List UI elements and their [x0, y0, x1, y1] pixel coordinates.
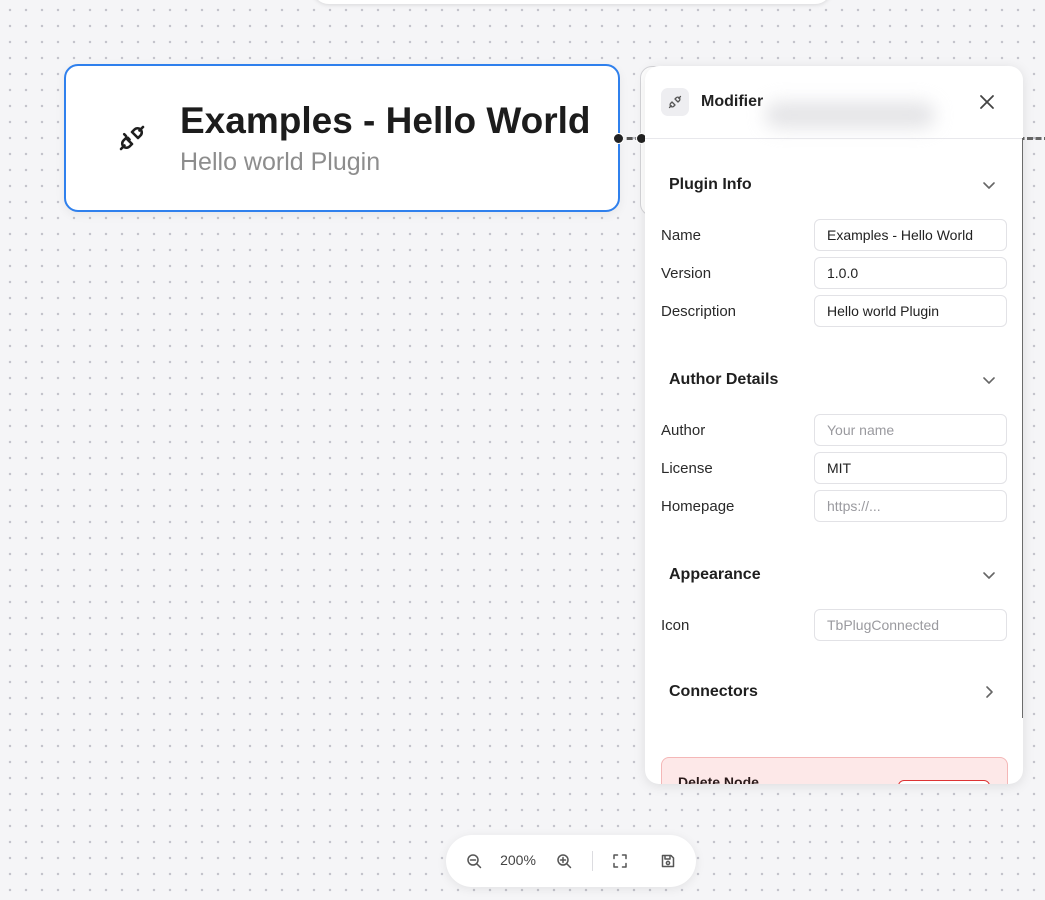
author-label: Author — [661, 421, 706, 439]
row-description: Description — [661, 295, 1007, 327]
modifier-panel: Modifier Plugin Info Name Version Descri… — [645, 66, 1023, 784]
scrollbar[interactable] — [1022, 138, 1023, 718]
icon-label: Icon — [661, 616, 690, 634]
version-label: Version — [661, 264, 712, 282]
zoom-out-icon — [467, 854, 482, 869]
plugin-node[interactable]: Examples - Hello World Hello world Plugi… — [64, 64, 620, 212]
zoom-controls: 200% — [446, 835, 696, 887]
license-label: License — [661, 459, 713, 477]
section-plugin-info[interactable]: Plugin Info — [661, 168, 1007, 202]
delete-node-title: Delete Node — [678, 774, 759, 784]
output-port[interactable] — [613, 133, 624, 144]
chevron-right-icon — [979, 682, 999, 702]
save-icon — [661, 854, 675, 868]
save-button[interactable] — [658, 851, 678, 871]
name-input[interactable] — [814, 219, 1007, 251]
section-title: Author Details — [669, 371, 779, 388]
fit-view-button[interactable] — [610, 851, 630, 871]
license-input[interactable] — [814, 452, 1007, 484]
node-title: Examples - Hello World — [180, 100, 591, 141]
toolbar-divider — [592, 851, 593, 871]
row-version: Version — [661, 257, 1007, 289]
section-appearance[interactable]: Appearance — [661, 558, 1007, 592]
danger-zone: Delete Node — [661, 757, 1008, 784]
panel-header: Modifier — [645, 66, 1023, 139]
zoom-level: 200% — [500, 852, 536, 868]
chevron-down-icon — [979, 565, 999, 585]
homepage-label: Homepage — [661, 497, 735, 515]
zoom-in-icon — [557, 854, 572, 869]
section-title: Connectors — [669, 683, 758, 700]
description-label: Description — [661, 302, 737, 320]
row-author: Author — [661, 414, 1007, 446]
node-subtitle: Hello world Plugin — [180, 148, 381, 176]
chevron-down-icon — [979, 175, 999, 195]
close-button[interactable] — [975, 90, 999, 114]
plug-connected-icon — [116, 122, 148, 154]
chevron-down-icon — [979, 370, 999, 390]
maximize-icon — [613, 854, 627, 868]
name-label: Name — [661, 226, 702, 244]
blurred-overlay — [765, 102, 935, 128]
delete-node-button[interactable] — [898, 780, 990, 784]
icon-input[interactable] — [814, 609, 1007, 641]
section-title: Plugin Info — [669, 176, 752, 193]
homepage-input[interactable] — [814, 490, 1007, 522]
row-license: License — [661, 452, 1007, 484]
panel-title: Modifier — [701, 93, 764, 110]
section-title: Appearance — [669, 566, 761, 583]
row-homepage: Homepage — [661, 490, 1007, 522]
section-author-details[interactable]: Author Details — [661, 363, 1007, 397]
version-input[interactable] — [814, 257, 1007, 289]
row-icon: Icon — [661, 609, 1007, 641]
zoom-in-button[interactable] — [554, 851, 574, 871]
plug-connected-icon — [661, 88, 689, 116]
description-input[interactable] — [814, 295, 1007, 327]
row-name: Name — [661, 219, 1007, 251]
close-icon — [980, 95, 994, 109]
section-connectors[interactable]: Connectors — [661, 675, 1007, 709]
top-toolbar — [312, 0, 832, 4]
author-input[interactable] — [814, 414, 1007, 446]
zoom-out-button[interactable] — [464, 851, 484, 871]
